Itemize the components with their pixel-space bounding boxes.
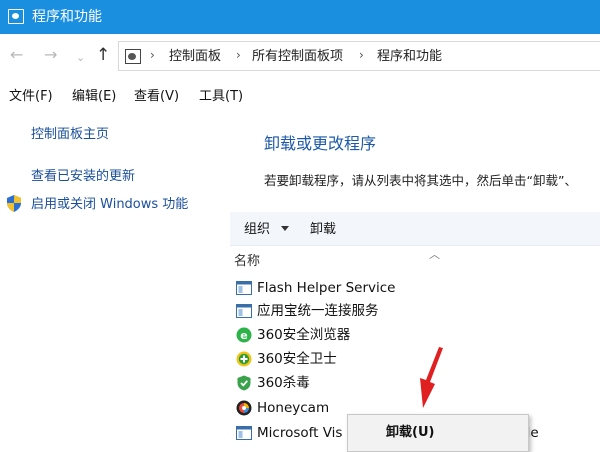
plus-circle-icon — [236, 351, 252, 367]
breadcrumb-control-panel[interactable]: 控制面板 — [169, 48, 221, 66]
browser-e-icon: e — [236, 327, 252, 343]
sort-ascending-icon: ︿ — [429, 248, 440, 261]
window-icon — [236, 304, 252, 318]
command-toolbar: 组织 卸载 — [230, 212, 600, 246]
back-arrow-icon[interactable]: ← — [10, 45, 23, 65]
chevron-right-icon[interactable]: › — [236, 48, 241, 62]
programs-icon — [8, 9, 24, 24]
list-item[interactable]: 应用宝统一连接服务 — [234, 300, 600, 322]
recent-locations-chevron-icon[interactable]: ⌄ — [76, 48, 85, 68]
menu-file[interactable]: 文件(F) — [9, 88, 53, 106]
navigation-bar: ← → ⌄ ↑ › 控制面板 › 所有控制面板项 › 程序和功能 — [0, 34, 600, 80]
program-name: 360安全卫士 — [257, 351, 337, 367]
svg-text:e: e — [240, 329, 247, 342]
window-icon — [236, 281, 252, 295]
address-bar[interactable]: › 控制面板 › 所有控制面板项 › 程序和功能 — [118, 41, 600, 71]
chevron-right-icon[interactable]: › — [150, 48, 155, 62]
program-name: 360杀毒 — [257, 375, 310, 391]
annotation-arrow-icon — [420, 347, 443, 408]
view-installed-updates-link[interactable]: 查看已安装的更新 — [31, 168, 135, 186]
window-icon — [236, 426, 252, 440]
context-menu: 卸载(U) — [347, 414, 529, 452]
breadcrumb-all-items[interactable]: 所有控制面板项 — [252, 48, 343, 66]
chevron-right-icon[interactable]: › — [359, 48, 364, 62]
program-name: 360安全浏览器 — [257, 327, 351, 343]
honeycam-icon — [236, 400, 252, 416]
control-panel-home-link[interactable]: 控制面板主页 — [31, 126, 109, 144]
windows-features-link[interactable]: 启用或关闭 Windows 功能 — [31, 196, 188, 214]
menu-edit[interactable]: 编辑(E) — [72, 88, 116, 106]
list-item[interactable]: e 360安全浏览器 — [234, 324, 600, 346]
menu-tools[interactable]: 工具(T) — [199, 88, 243, 106]
window-title: 程序和功能 — [32, 9, 102, 25]
uninstall-button[interactable]: 卸载 — [310, 221, 336, 239]
program-name: 应用宝统一连接服务 — [257, 303, 379, 319]
menu-view[interactable]: 查看(V) — [134, 88, 179, 106]
breadcrumb-programs[interactable]: 程序和功能 — [377, 48, 442, 66]
program-name: Flash Helper Service — [257, 280, 396, 296]
organize-button[interactable]: 组织 — [244, 221, 270, 239]
context-menu-uninstall[interactable]: 卸载(U) — [386, 424, 434, 442]
list-item[interactable]: Flash Helper Service — [234, 277, 600, 299]
program-name: Honeycam — [257, 400, 330, 416]
column-header-name[interactable]: 名称 — [234, 253, 260, 271]
page-title: 卸载或更改程序 — [264, 134, 377, 153]
program-name: Microsoft Vis — [257, 425, 343, 441]
menu-bar: 文件(F) 编辑(E) 查看(V) 工具(T) — [0, 84, 600, 110]
chevron-down-icon[interactable] — [281, 226, 289, 231]
forward-arrow-icon[interactable]: → — [44, 45, 57, 65]
up-arrow-icon[interactable]: ↑ — [96, 45, 110, 65]
title-bar: 程序和功能 — [0, 0, 600, 34]
page-description: 若要卸载程序，请从列表中将其选中，然后单击“卸载”、 — [264, 173, 577, 188]
control-panel-icon — [125, 49, 141, 64]
shield-icon — [237, 375, 251, 391]
uac-shield-icon — [7, 195, 21, 212]
